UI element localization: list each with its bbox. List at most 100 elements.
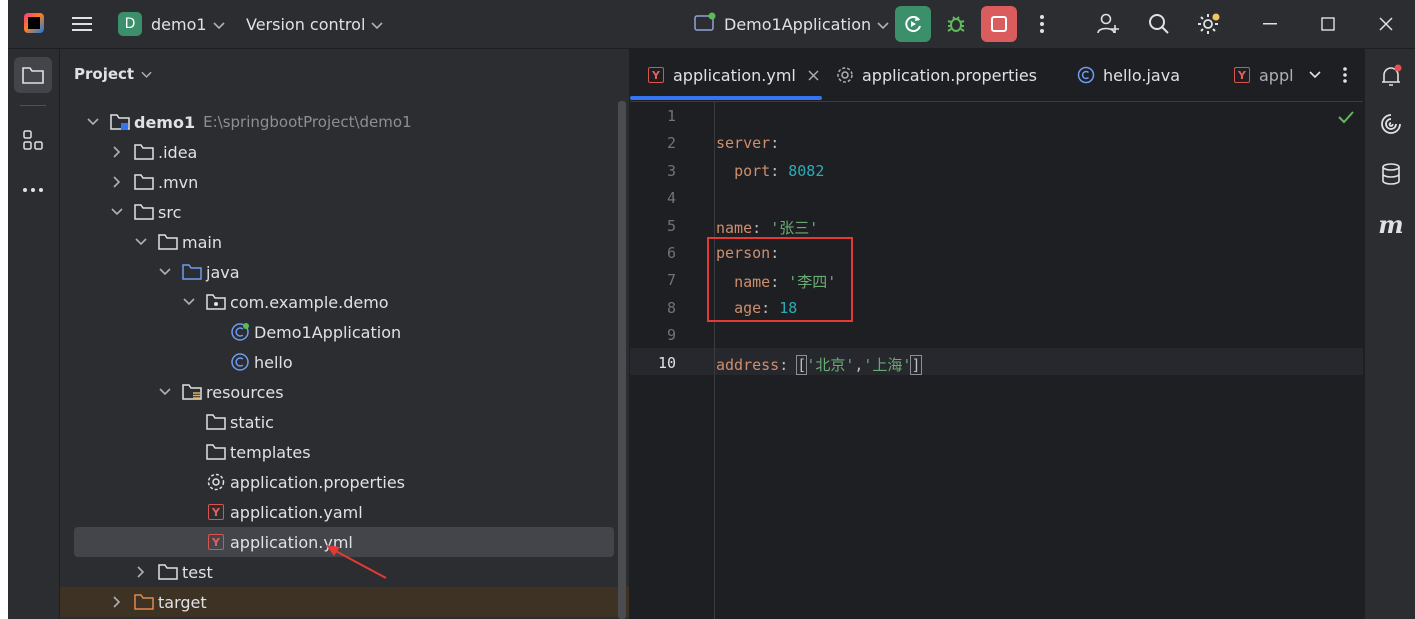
annotation-arrow — [326, 545, 387, 579]
code-token: : — [770, 161, 789, 180]
gear-icon — [836, 66, 854, 84]
tree-item-resources[interactable]: resources — [60, 377, 629, 407]
tab-close-icon[interactable] — [808, 66, 819, 85]
run-config-icon — [694, 12, 716, 36]
tab-application-properties[interactable]: application.properties — [836, 49, 1037, 101]
tree-item-src[interactable]: src — [60, 197, 629, 227]
stop-button[interactable] — [981, 6, 1017, 42]
class-icon — [230, 352, 250, 372]
chevron-right-icon[interactable] — [110, 595, 124, 609]
add-user-icon[interactable] — [1096, 0, 1120, 48]
more-vertical-icon[interactable] — [1032, 0, 1052, 48]
tree-item-java[interactable]: java — [60, 257, 629, 287]
code-token: '上海' — [863, 355, 912, 374]
tree-item-application-properties[interactable]: application.properties — [60, 467, 629, 497]
settings-gear-icon[interactable] — [1196, 0, 1220, 48]
project-tool-icon[interactable] — [14, 57, 52, 93]
close-icon[interactable] — [1374, 0, 1398, 48]
tree-item-main[interactable]: main — [60, 227, 629, 257]
source-folder-icon — [182, 262, 202, 282]
structure-tool-icon[interactable] — [20, 127, 46, 153]
folder-icon — [158, 232, 178, 252]
vcs-menu[interactable]: Version control — [246, 0, 383, 48]
code-token: '张三' — [770, 218, 819, 237]
tree-item-hello[interactable]: hello — [60, 347, 629, 377]
yaml-icon: Y — [648, 67, 664, 83]
code-token: : — [770, 134, 780, 153]
tree-item-target[interactable]: target — [60, 587, 629, 617]
chevron-down-icon[interactable] — [86, 115, 100, 129]
code-token: ] — [910, 354, 922, 375]
run-config-selector[interactable]: Demo1Application — [694, 0, 889, 48]
editor-area: Y application.yml application.properties… — [630, 49, 1363, 619]
chevron-down-icon[interactable] — [158, 385, 172, 399]
tree-item-idea[interactable]: .idea — [60, 137, 629, 167]
folder-icon — [158, 562, 178, 582]
checkmark-icon[interactable] — [1338, 109, 1354, 128]
tab-list-chevron-icon[interactable] — [1306, 49, 1324, 101]
tree-item-label: .idea — [158, 142, 198, 162]
rerun-button[interactable] — [895, 6, 931, 42]
editor-tabs: Y application.yml application.properties… — [630, 49, 1363, 102]
debug-icon[interactable] — [944, 0, 968, 48]
tree-item-demo1[interactable]: demo1 E:\springbootProject\demo1 — [60, 107, 629, 137]
ai-assistant-icon[interactable] — [1378, 111, 1404, 137]
minimize-icon[interactable] — [1258, 0, 1282, 48]
line-number: 4 — [666, 189, 676, 208]
chevron-right-icon[interactable] — [110, 145, 124, 159]
tree-item-label: templates — [230, 442, 311, 462]
project-switcher[interactable]: D demo1 — [118, 0, 225, 48]
left-tool-strip — [8, 49, 60, 619]
tree-item-demo1application[interactable]: Demo1Application — [60, 317, 629, 347]
search-icon[interactable] — [1147, 0, 1171, 48]
project-panel-header[interactable]: Project — [74, 65, 152, 83]
chevron-down-icon[interactable] — [182, 295, 196, 309]
more-tools-icon[interactable] — [20, 177, 46, 203]
main-menu-icon[interactable] — [70, 0, 94, 48]
tree-item-label: target — [158, 592, 207, 612]
intellij-logo-icon[interactable] — [24, 13, 44, 33]
tree-item-com-example-demo[interactable]: com.example.demo — [60, 287, 629, 317]
code-token: : — [779, 355, 798, 374]
maximize-icon[interactable] — [1316, 0, 1340, 48]
project-badge: D — [118, 12, 142, 36]
tab-appl-yaml[interactable]: Y appl — [1234, 49, 1294, 101]
chevron-right-icon[interactable] — [110, 175, 124, 189]
resources-folder-icon — [182, 382, 202, 402]
line-number: 7 — [666, 271, 676, 290]
project-scrollbar[interactable] — [618, 101, 626, 619]
line-number: 6 — [666, 244, 676, 262]
module-folder-icon — [110, 112, 130, 132]
excluded-folder-icon — [134, 592, 154, 612]
folder-icon — [134, 202, 154, 222]
yaml-icon: Y — [1234, 67, 1250, 83]
chevron-right-icon[interactable] — [134, 565, 148, 579]
folder-icon — [206, 412, 226, 432]
tree-item-mvn[interactable]: .mvn — [60, 167, 629, 197]
code-token: server — [716, 134, 771, 153]
chevron-down-icon[interactable] — [134, 235, 148, 249]
code-token: port — [734, 161, 771, 180]
tab-application-yml[interactable]: Y application.yml — [648, 49, 819, 101]
maven-icon[interactable]: m — [1378, 210, 1404, 239]
tree-item-label: hello — [254, 352, 293, 372]
chevron-down-icon[interactable] — [158, 265, 172, 279]
line-number: 5 — [666, 216, 676, 235]
chevron-down-icon[interactable] — [110, 205, 124, 219]
code-token: [ — [796, 354, 808, 375]
tab-hello-java[interactable]: hello.java — [1077, 49, 1180, 101]
notifications-icon[interactable] — [1378, 63, 1404, 89]
tree-item-static[interactable]: static — [60, 407, 629, 437]
code-token: 8082 — [788, 161, 825, 180]
chevron-down-icon — [877, 15, 889, 34]
tree-item-label: main — [182, 232, 222, 252]
database-icon[interactable] — [1378, 161, 1404, 187]
title-bar: D demo1 Version control Demo1Application — [8, 0, 1415, 49]
tree-item-label: Demo1Application — [254, 322, 402, 342]
more-vertical-icon[interactable] — [1338, 49, 1352, 101]
tree-item-templates[interactable]: templates — [60, 437, 629, 467]
